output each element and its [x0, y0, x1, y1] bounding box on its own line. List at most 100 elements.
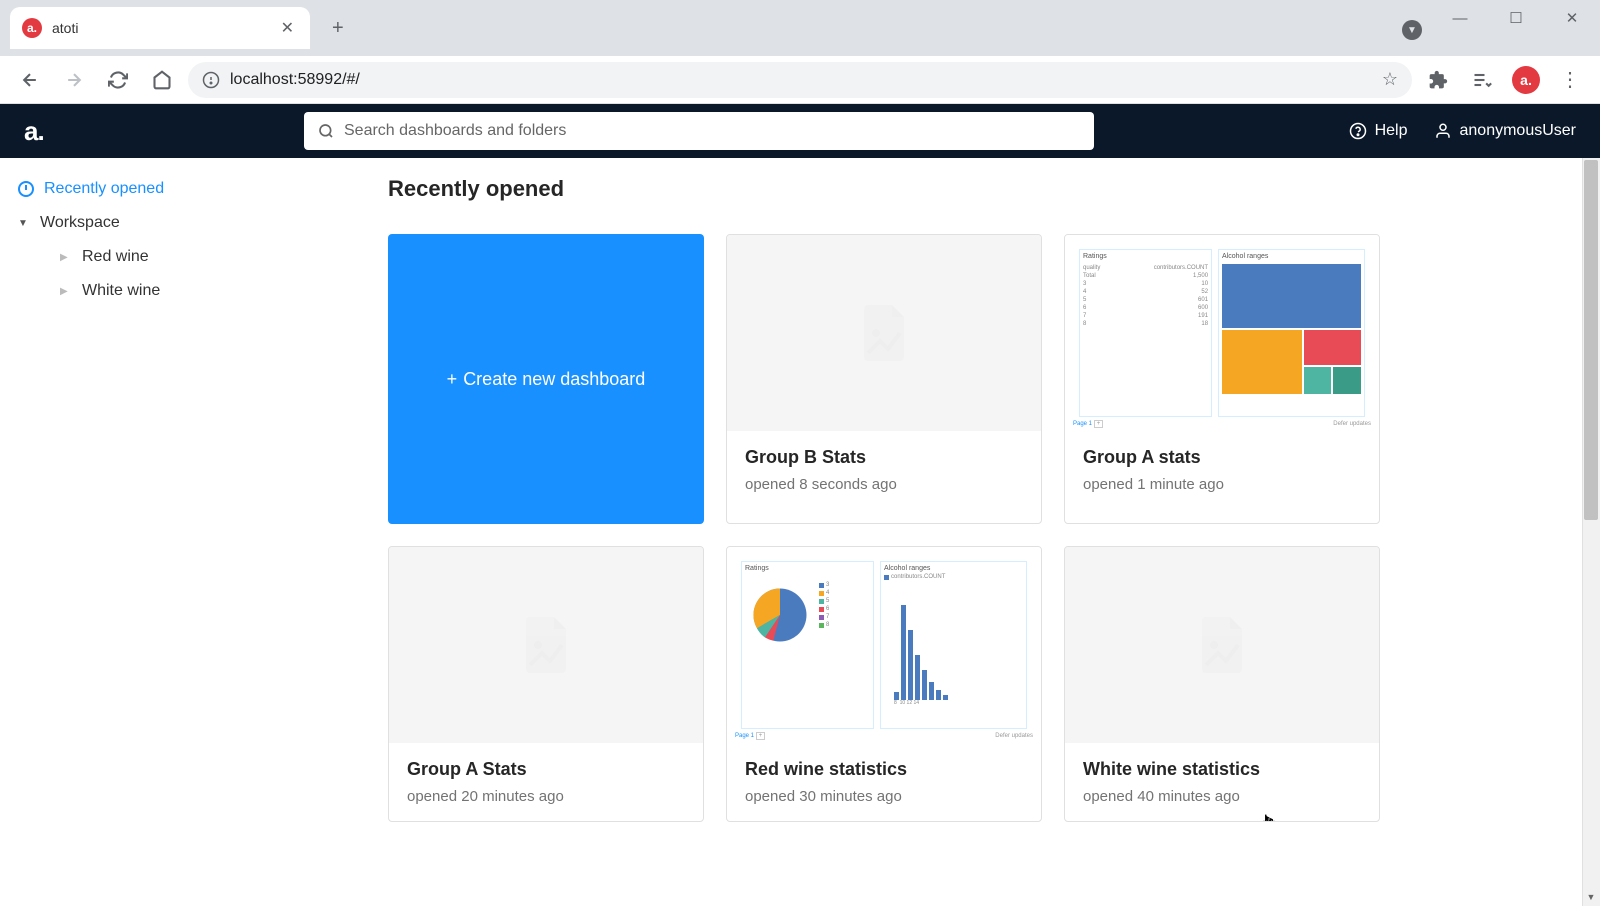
card-thumbnail — [1065, 547, 1379, 743]
close-tab-icon[interactable]: ✕ — [277, 18, 298, 38]
tab-title: atoti — [52, 20, 267, 36]
sidebar-item-white-wine[interactable]: ▶ White wine — [18, 274, 370, 308]
address-bar[interactable]: localhost:58992/#/ ☆ — [188, 62, 1412, 98]
create-label: Create new dashboard — [463, 369, 645, 390]
tab-strip: a. atoti ✕ + — [0, 0, 356, 56]
browser-tab[interactable]: a. atoti ✕ — [10, 7, 310, 49]
card-thumbnail: Ratings 3 4 — [727, 547, 1041, 743]
thumb-panel-title: Ratings — [745, 565, 870, 572]
card-meta: opened 1 minute ago — [1083, 476, 1361, 493]
content-area: Recently opened + Create new dashboard G… — [388, 158, 1600, 906]
back-button[interactable] — [12, 62, 48, 98]
card-body: Group B Stats opened 8 seconds ago — [727, 431, 1041, 509]
chevron-right-icon: ▶ — [60, 286, 72, 297]
home-button[interactable] — [144, 62, 180, 98]
create-dashboard-card[interactable]: + Create new dashboard — [388, 234, 704, 524]
card-body: Group A Stats opened 20 minutes ago — [389, 743, 703, 821]
extensions-icon[interactable] — [1420, 62, 1456, 98]
thumb-panel-title: Alcohol ranges — [884, 565, 1023, 572]
user-link[interactable]: anonymousUser — [1434, 122, 1577, 140]
url-text: localhost:58992/#/ — [230, 71, 1372, 89]
scrollbar-thumb[interactable] — [1584, 160, 1598, 520]
thumb-preview: Ratings qualitycontributors.COUNT Total1… — [1073, 243, 1371, 423]
help-icon — [1349, 122, 1367, 140]
card-thumbnail — [727, 235, 1041, 431]
card-title: Group A Stats — [407, 759, 685, 780]
sidebar-item-label: White wine — [82, 282, 160, 300]
site-info-icon[interactable] — [202, 71, 220, 89]
page-title: Recently opened — [388, 176, 1600, 202]
scrollbar[interactable]: ▲ ▼ — [1582, 158, 1600, 906]
app-header: a. Help anonymousUser — [0, 104, 1600, 158]
sidebar-item-red-wine[interactable]: ▶ Red wine — [18, 240, 370, 274]
thumb-panel-title: Ratings — [1083, 253, 1208, 260]
card-title: Red wine statistics — [745, 759, 1023, 780]
maximize-button[interactable]: ☐ — [1488, 0, 1544, 36]
thumb-footer: Page 1 + Defer updates — [1073, 421, 1371, 427]
card-body: White wine statistics opened 40 minutes … — [1065, 743, 1379, 821]
card-meta: opened 8 seconds ago — [745, 476, 1023, 493]
window-controls: — ☐ ✕ — [1432, 0, 1600, 36]
thumb-panel-title: Alcohol ranges — [1222, 253, 1361, 260]
dashboard-grid: + Create new dashboard Group B Stats ope… — [388, 234, 1600, 822]
placeholder-image-icon — [522, 617, 570, 673]
bookmark-icon[interactable]: ☆ — [1382, 69, 1398, 90]
card-body: Red wine statistics opened 30 minutes ag… — [727, 743, 1041, 821]
placeholder-image-icon — [860, 305, 908, 361]
sidebar: Recently opened ▼ Workspace ▶ Red wine ▶… — [0, 158, 388, 906]
sidebar-recently-opened[interactable]: Recently opened — [18, 172, 370, 206]
card-title: Group A stats — [1083, 447, 1361, 468]
thumb-footer: Page 1 + Defer updates — [735, 733, 1033, 739]
sidebar-workspace[interactable]: ▼ Workspace — [18, 206, 370, 240]
search-box[interactable] — [304, 112, 1094, 150]
chevron-right-icon: ▶ — [60, 252, 72, 263]
search-input[interactable] — [344, 122, 1080, 140]
dashboard-card[interactable]: Ratings qualitycontributors.COUNT Total1… — [1064, 234, 1380, 524]
dashboard-card[interactable]: White wine statistics opened 40 minutes … — [1064, 546, 1380, 822]
reload-button[interactable] — [100, 62, 136, 98]
user-icon — [1434, 122, 1452, 140]
card-meta: opened 20 minutes ago — [407, 788, 685, 805]
close-window-button[interactable]: ✕ — [1544, 0, 1600, 36]
dashboard-card[interactable]: Group B Stats opened 8 seconds ago — [726, 234, 1042, 524]
reading-list-icon[interactable] — [1464, 62, 1500, 98]
card-title: White wine statistics — [1083, 759, 1361, 780]
card-thumbnail: Ratings qualitycontributors.COUNT Total1… — [1065, 235, 1379, 431]
help-label: Help — [1375, 122, 1408, 140]
user-label: anonymousUser — [1460, 122, 1577, 140]
help-link[interactable]: Help — [1349, 122, 1408, 140]
plus-icon: + — [447, 369, 458, 390]
minimize-button[interactable]: — — [1432, 0, 1488, 36]
pie-chart-icon — [745, 580, 815, 650]
placeholder-image-icon — [1198, 617, 1246, 673]
app-logo[interactable]: a. — [24, 116, 284, 147]
browser-chrome: a. atoti ✕ + ▼ — ☐ ✕ — [0, 0, 1600, 56]
dashboard-card[interactable]: Group A Stats opened 20 minutes ago — [388, 546, 704, 822]
forward-button[interactable] — [56, 62, 92, 98]
card-meta: opened 30 minutes ago — [745, 788, 1023, 805]
card-body: Group A stats opened 1 minute ago — [1065, 431, 1379, 509]
chrome-account-icon[interactable]: ▼ — [1402, 20, 1422, 40]
dashboard-card[interactable]: Ratings 3 4 — [726, 546, 1042, 822]
search-icon — [318, 123, 334, 139]
browser-menu-icon[interactable]: ⋮ — [1552, 62, 1588, 98]
address-bar-row: localhost:58992/#/ ☆ a. ⋮ — [0, 56, 1600, 104]
tab-favicon-icon: a. — [22, 18, 42, 38]
card-meta: opened 40 minutes ago — [1083, 788, 1361, 805]
scroll-down-icon[interactable]: ▼ — [1582, 888, 1600, 906]
sidebar-recent-label: Recently opened — [44, 180, 164, 198]
sidebar-item-label: Red wine — [82, 248, 149, 266]
new-tab-button[interactable]: + — [320, 11, 356, 46]
card-title: Group B Stats — [745, 447, 1023, 468]
main-area: Recently opened ▼ Workspace ▶ Red wine ▶… — [0, 158, 1600, 906]
thumb-preview: Ratings 3 4 — [735, 555, 1033, 735]
mini-table: qualitycontributors.COUNT Total1,500 310… — [1083, 264, 1208, 328]
clock-icon — [18, 181, 34, 197]
chevron-down-icon: ▼ — [18, 218, 30, 229]
histogram-icon — [894, 600, 1023, 700]
header-right: Help anonymousUser — [1349, 122, 1576, 140]
profile-avatar-icon[interactable]: a. — [1508, 62, 1544, 98]
sidebar-workspace-label: Workspace — [40, 214, 120, 232]
treemap-icon — [1222, 264, 1361, 394]
card-thumbnail — [389, 547, 703, 743]
